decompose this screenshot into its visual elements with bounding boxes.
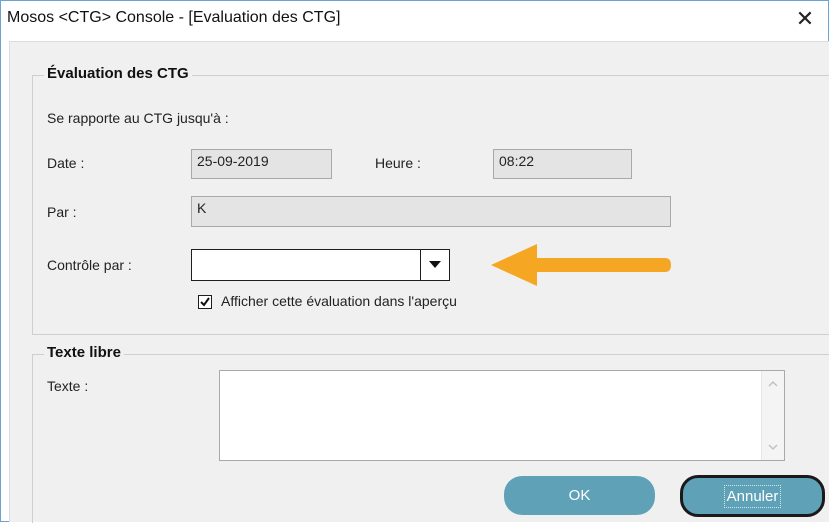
ok-button-label: OK bbox=[568, 487, 591, 504]
show-in-preview-checkbox[interactable] bbox=[198, 295, 212, 309]
orange-arrow-icon bbox=[491, 244, 671, 286]
free-text-area[interactable] bbox=[219, 370, 785, 461]
text-label: Texte : bbox=[47, 378, 89, 394]
reference-subtitle: Se rapporte au CTG jusqu'à : bbox=[47, 110, 229, 126]
date-field[interactable]: 25-09-2019 bbox=[191, 149, 332, 179]
evaluation-group-title: Évaluation des CTG bbox=[44, 65, 192, 82]
dialog-client-area: Évaluation des CTG Se rapporte au CTG ju… bbox=[9, 41, 829, 523]
cancel-button[interactable]: Annuler bbox=[680, 475, 825, 517]
dropdown-chevron-down-icon[interactable] bbox=[420, 250, 449, 280]
scroll-up-chevron-icon[interactable] bbox=[762, 373, 784, 395]
time-field[interactable]: 08:22 bbox=[493, 149, 632, 179]
time-label: Heure : bbox=[375, 155, 421, 171]
title-bar[interactable]: Mosos <CTG> Console - [Evaluation des CT… bbox=[1, 1, 828, 37]
free-text-group-title: Texte libre bbox=[44, 344, 124, 361]
show-in-preview-label[interactable]: Afficher cette évaluation dans l'aperçu bbox=[221, 293, 457, 309]
date-label: Date : bbox=[47, 155, 85, 171]
controlled-by-combobox[interactable] bbox=[191, 249, 450, 281]
scroll-down-chevron-icon[interactable] bbox=[762, 436, 784, 458]
window-title: Mosos <CTG> Console - [Evaluation des CT… bbox=[7, 9, 341, 26]
by-field[interactable]: K bbox=[191, 196, 671, 227]
checkmark-icon bbox=[200, 297, 210, 307]
cancel-button-label: Annuler bbox=[723, 484, 782, 508]
by-label: Par : bbox=[47, 204, 77, 220]
ok-button[interactable]: OK bbox=[504, 476, 655, 515]
close-icon[interactable]: ✕ bbox=[782, 1, 828, 37]
controlled-by-label: Contrôle par : bbox=[47, 257, 132, 273]
dialog-window: Mosos <CTG> Console - [Evaluation des CT… bbox=[0, 0, 829, 523]
textarea-scrollbar[interactable] bbox=[761, 371, 784, 460]
